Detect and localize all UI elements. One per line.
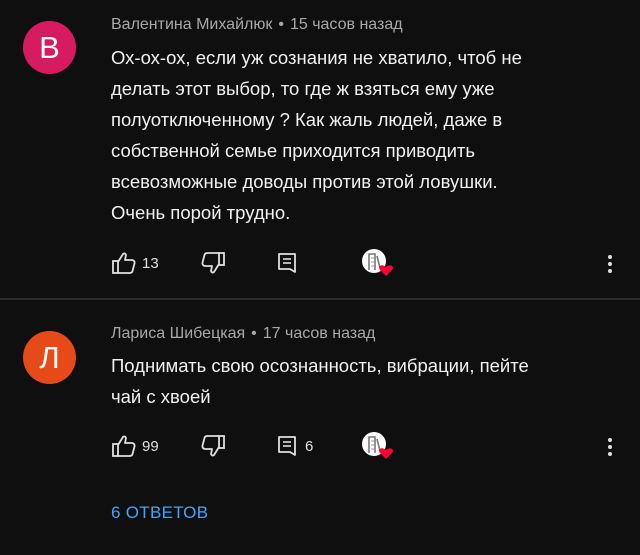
view-replies-button[interactable]: 6 ОТВЕТОВ [111, 503, 208, 523]
thumbs-down-icon [200, 434, 226, 458]
avatar[interactable]: Л [23, 331, 76, 384]
more-options-button[interactable] [604, 435, 616, 464]
more-vert-icon [604, 438, 616, 463]
comment-icon [277, 434, 297, 458]
creator-heart-icon [361, 431, 395, 461]
comment-text: Поднимать свою осознанность, вибрации, п… [111, 350, 616, 412]
comment-meta: Лариса Шибецкая • 17 часов назад [111, 325, 375, 343]
comment-line: Поднимать свою осознанность, вибрации, п… [111, 355, 529, 376]
comment-line: чай с хвоей [111, 386, 211, 407]
like-button[interactable]: 99 [111, 431, 159, 461]
thumbs-up-icon [111, 434, 137, 458]
comment-time[interactable]: 17 часов назад [263, 325, 376, 342]
comment-2: Л Лариса Шибецкая • 17 часов назад Поднима… [0, 0, 640, 555]
author-name[interactable]: Лариса Шибецкая [111, 325, 245, 342]
meta-separator: • [251, 325, 257, 342]
creator-heart [361, 431, 395, 461]
dislike-button[interactable] [200, 431, 226, 461]
like-count: 99 [142, 437, 159, 455]
reply-button[interactable]: 6 [277, 431, 313, 461]
reply-count: 6 [305, 437, 314, 455]
